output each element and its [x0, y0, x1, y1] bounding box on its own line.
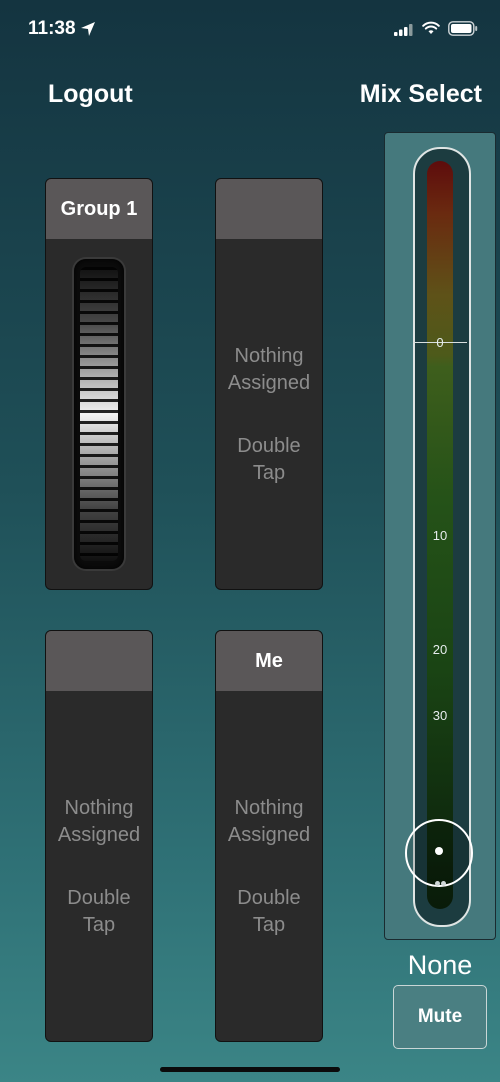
- card-title: Me: [216, 631, 322, 691]
- mix-select-button[interactable]: Mix Select: [360, 80, 482, 109]
- battery-icon: [448, 21, 478, 36]
- card-body: Nothing Assigned Double Tap: [46, 691, 152, 1041]
- wifi-icon: [422, 21, 440, 34]
- fader-knob-center-dot: [435, 847, 443, 855]
- tick-label-0: 0: [436, 335, 444, 350]
- double-tap-label: Double Tap: [237, 887, 301, 936]
- status-time: 11:38: [28, 18, 76, 39]
- group-card-2[interactable]: Nothing Assigned Double Tap: [215, 178, 323, 590]
- nothing-assigned-label: Nothing Assigned: [57, 797, 141, 846]
- tick-label-30: 30: [432, 708, 448, 723]
- logout-button[interactable]: Logout: [48, 80, 133, 109]
- card-body: Nothing Assigned Double Tap: [216, 239, 322, 589]
- nothing-assigned-label: Nothing Assigned: [227, 345, 311, 394]
- volume-wheel[interactable]: [74, 259, 124, 569]
- card-title: Group 1: [46, 179, 152, 239]
- mix-value-label: None: [407, 950, 473, 980]
- card-body: Nothing Assigned Double Tap: [216, 691, 322, 1041]
- group-card-3[interactable]: Nothing Assigned Double Tap: [45, 630, 153, 1042]
- bottom-marker-dot: [435, 881, 440, 886]
- tick-label-10: 10: [432, 528, 448, 543]
- bottom-marker-dot: [441, 881, 446, 886]
- card-body: [46, 239, 152, 589]
- card-title: [216, 179, 322, 239]
- nothing-assigned-label: Nothing Assigned: [227, 797, 311, 846]
- location-arrow-icon: [81, 22, 95, 36]
- double-tap-label: Double Tap: [237, 435, 301, 484]
- mute-button[interactable]: Mute: [393, 985, 487, 1049]
- cellular-signal-icon: [394, 24, 413, 36]
- double-tap-label: Double Tap: [67, 887, 131, 936]
- tick-label-20: 20: [432, 642, 448, 657]
- home-indicator[interactable]: [160, 1067, 340, 1072]
- wheel-ridges: [80, 267, 118, 561]
- card-title: [46, 631, 152, 691]
- status-bar: 11:38: [0, 0, 500, 60]
- group-card-4[interactable]: Me Nothing Assigned Double Tap: [215, 630, 323, 1042]
- group-card-1[interactable]: Group 1: [45, 178, 153, 590]
